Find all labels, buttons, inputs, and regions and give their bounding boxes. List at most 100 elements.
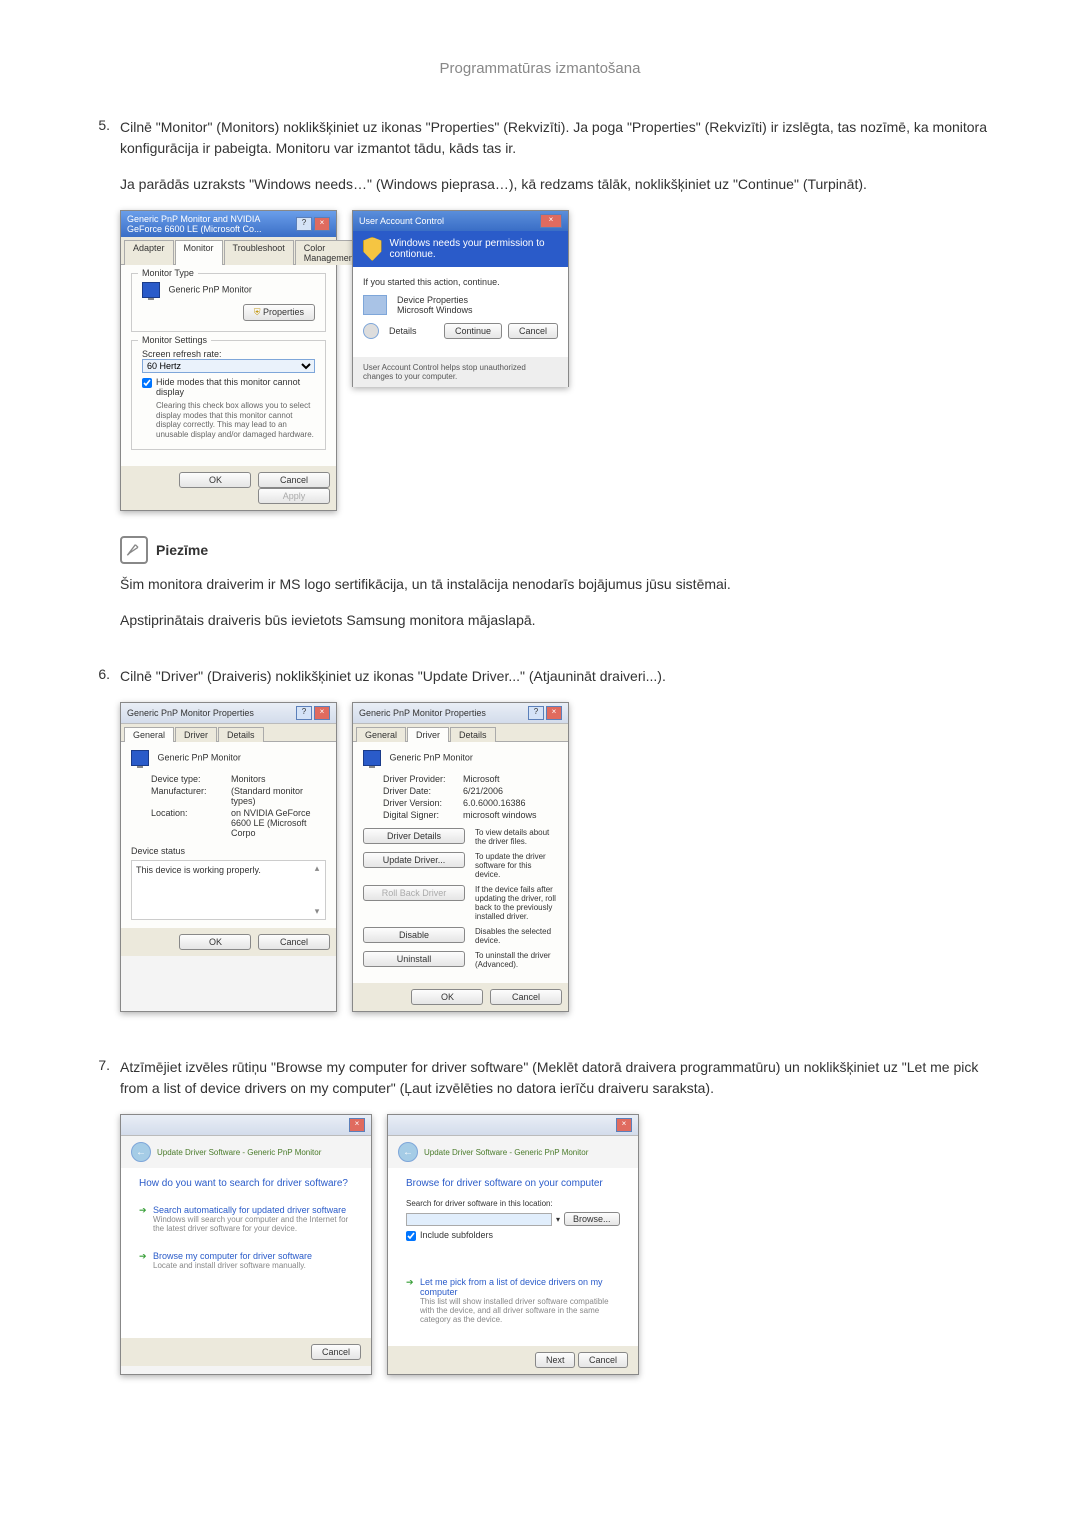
step-number: 6. bbox=[80, 666, 120, 1037]
option-label: Browse my computer for driver software bbox=[153, 1251, 349, 1261]
device-properties-driver: Generic PnP Monitor Properties ? × Gener… bbox=[352, 702, 569, 1012]
hide-modes-description: Clearing this check box allows you to se… bbox=[156, 401, 315, 439]
tab-general[interactable]: General bbox=[124, 727, 174, 742]
tab-bar: Adapter Monitor Troubleshoot Color Manag… bbox=[121, 237, 336, 265]
group-monitor-type: Monitor Type bbox=[138, 268, 198, 278]
hide-modes-checkbox[interactable] bbox=[142, 378, 152, 388]
back-button[interactable]: ← bbox=[131, 1142, 151, 1162]
uac-publisher: Microsoft Windows bbox=[397, 305, 473, 315]
uac-prompt-bar: Windows needs your permission to contion… bbox=[353, 231, 568, 267]
monitor-name: Generic PnP Monitor bbox=[169, 284, 252, 294]
close-button[interactable]: × bbox=[616, 1118, 632, 1132]
shield-icon bbox=[363, 237, 382, 261]
step-7: 7. Atzīmējiet izvēles rūtiņu "Browse my … bbox=[80, 1057, 1000, 1400]
cancel-button[interactable]: Cancel bbox=[578, 1352, 628, 1368]
step-text: Cilnē "Driver" (Draiveris) noklikšķiniet… bbox=[120, 666, 1000, 687]
driver-details-desc: To view details about the driver files. bbox=[475, 828, 558, 846]
titlebar: × bbox=[121, 1115, 371, 1136]
uninstall-desc: To uninstall the driver (Advanced). bbox=[475, 951, 558, 969]
back-button[interactable]: ← bbox=[398, 1142, 418, 1162]
wizard-path: Update Driver Software - Generic PnP Mon… bbox=[424, 1148, 588, 1157]
hide-modes-label: Hide modes that this monitor cannot disp… bbox=[156, 377, 315, 397]
browse-button[interactable]: Browse... bbox=[564, 1212, 620, 1226]
disable-desc: Disables the selected device. bbox=[475, 927, 558, 945]
scroll-up-icon[interactable]: ▴ bbox=[311, 863, 323, 874]
note-text: Šim monitora draiverim ir MS logo sertif… bbox=[120, 574, 1000, 595]
close-button[interactable]: × bbox=[540, 214, 562, 228]
device-name: Generic PnP Monitor bbox=[390, 753, 473, 763]
wizard-heading: How do you want to search for driver sof… bbox=[139, 1178, 353, 1189]
manufacturer-value: (Standard monitor types) bbox=[231, 786, 326, 806]
device-status-box: This device is working properly. ▴ ▾ bbox=[131, 860, 326, 920]
option-label: Search automatically for updated driver … bbox=[153, 1205, 349, 1215]
tab-driver[interactable]: Driver bbox=[407, 727, 449, 742]
scroll-down-icon[interactable]: ▾ bbox=[311, 906, 323, 917]
cancel-button[interactable]: Cancel bbox=[508, 323, 558, 339]
properties-button[interactable]: ⛨ Properties bbox=[243, 304, 315, 321]
uac-program-name: Device Properties bbox=[397, 295, 473, 305]
window-controls: × bbox=[349, 1118, 365, 1132]
uninstall-button[interactable]: Uninstall bbox=[363, 951, 465, 967]
wizard-heading: Browse for driver software on your compu… bbox=[406, 1178, 620, 1189]
monitor-icon bbox=[142, 282, 160, 298]
manufacturer-label: Manufacturer: bbox=[151, 786, 231, 806]
step-body: Cilnē "Monitor" (Monitors) noklikšķiniet… bbox=[120, 117, 1000, 646]
option-label: Let me pick from a list of device driver… bbox=[420, 1277, 616, 1297]
driver-details-button[interactable]: Driver Details bbox=[363, 828, 465, 844]
update-driver-button[interactable]: Update Driver... bbox=[363, 852, 465, 868]
note-icon bbox=[120, 536, 148, 564]
tab-general[interactable]: General bbox=[356, 727, 406, 742]
refresh-rate-select[interactable]: 60 Hertz bbox=[142, 359, 315, 373]
update-driver-wizard-search: × ← Update Driver Software - Generic PnP… bbox=[120, 1114, 372, 1375]
next-button[interactable]: Next bbox=[535, 1352, 576, 1368]
titlebar: Generic PnP Monitor Properties ? × bbox=[121, 703, 336, 724]
uac-prompt-text: Windows needs your permission to contion… bbox=[390, 238, 558, 260]
driver-version-value: 6.0.6000.16386 bbox=[463, 798, 526, 808]
browse-computer-option[interactable]: Browse my computer for driver software L… bbox=[139, 1245, 353, 1276]
pick-from-list-option[interactable]: Let me pick from a list of device driver… bbox=[406, 1271, 620, 1330]
details-link[interactable]: Details bbox=[389, 326, 434, 336]
digital-signer-value: microsoft windows bbox=[463, 810, 537, 820]
help-button[interactable]: ? bbox=[296, 706, 312, 720]
cancel-button[interactable]: Cancel bbox=[311, 1344, 361, 1360]
tab-adapter[interactable]: Adapter bbox=[124, 240, 174, 265]
search-path-input[interactable] bbox=[406, 1213, 552, 1226]
apply-button[interactable]: Apply bbox=[258, 488, 330, 504]
search-location-label: Search for driver software in this locat… bbox=[406, 1199, 620, 1208]
device-name: Generic PnP Monitor bbox=[158, 753, 241, 763]
monitor-icon bbox=[131, 750, 149, 766]
close-button[interactable]: × bbox=[546, 706, 562, 720]
tab-details[interactable]: Details bbox=[450, 727, 496, 742]
search-automatically-option[interactable]: Search automatically for updated driver … bbox=[139, 1199, 353, 1239]
tab-bar: General Driver Details bbox=[353, 724, 568, 742]
ok-button[interactable]: OK bbox=[179, 934, 251, 950]
help-button[interactable]: ? bbox=[296, 217, 312, 231]
cancel-button[interactable]: Cancel bbox=[490, 989, 562, 1005]
window-controls: ? × bbox=[296, 706, 330, 720]
window-title: Generic PnP Monitor Properties bbox=[359, 708, 528, 718]
refresh-rate-label: Screen refresh rate: bbox=[142, 349, 315, 359]
ok-button[interactable]: OK bbox=[179, 472, 251, 488]
disable-button[interactable]: Disable bbox=[363, 927, 465, 943]
page-header: Programmatūras izmantošana bbox=[80, 60, 1000, 77]
tab-driver[interactable]: Driver bbox=[175, 727, 217, 742]
tab-details[interactable]: Details bbox=[218, 727, 264, 742]
ok-button[interactable]: OK bbox=[411, 989, 483, 1005]
close-button[interactable]: × bbox=[314, 706, 330, 720]
window-controls: ? × bbox=[296, 217, 330, 231]
titlebar: Generic PnP Monitor and NVIDIA GeForce 6… bbox=[121, 211, 336, 237]
continue-button[interactable]: Continue bbox=[444, 323, 502, 339]
option-desc: Windows will search your computer and th… bbox=[153, 1215, 349, 1233]
include-subfolders-checkbox[interactable] bbox=[406, 1231, 416, 1241]
help-button[interactable]: ? bbox=[528, 706, 544, 720]
tab-troubleshoot[interactable]: Troubleshoot bbox=[224, 240, 294, 265]
close-button[interactable]: × bbox=[314, 217, 330, 231]
cancel-button[interactable]: Cancel bbox=[258, 934, 330, 950]
include-subfolders-label: Include subfolders bbox=[420, 1230, 493, 1240]
close-button[interactable]: × bbox=[349, 1118, 365, 1132]
chevron-down-icon[interactable] bbox=[363, 323, 379, 339]
cancel-button[interactable]: Cancel bbox=[258, 472, 330, 488]
tab-monitor[interactable]: Monitor bbox=[175, 240, 223, 265]
note-block: Piezīme bbox=[120, 536, 1000, 564]
rollback-driver-button[interactable]: Roll Back Driver bbox=[363, 885, 465, 901]
